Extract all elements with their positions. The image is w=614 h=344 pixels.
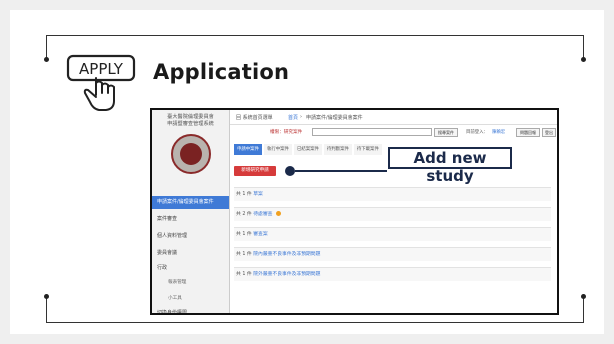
row-count: 共 2 件 (236, 212, 252, 217)
university-seal-icon (170, 134, 211, 174)
row-count: 共 1 件 (236, 272, 252, 277)
sidebar-title-line: 臺大醫院倫理委員會 (167, 114, 214, 120)
search-input[interactable] (312, 128, 432, 136)
frame-left-bottom-tick (46, 297, 47, 322)
callout-pointer-line (295, 170, 387, 172)
tab-closed[interactable]: 已結案案件 (293, 144, 322, 155)
sidebar-item-admin[interactable]: 行政 (152, 262, 229, 275)
frame-dot (581, 57, 586, 62)
frame-dot (581, 294, 586, 299)
row-count: 共 1 件 (236, 192, 252, 197)
list-item[interactable]: 共 1 件 院內嚴重不良事件及非預期問題 (234, 247, 551, 261)
sidebar-item-switch-role[interactable]: 切換身份權限 (152, 307, 229, 313)
sidebar-title-line: 申請暨審查管理系統 (167, 121, 214, 127)
list-item[interactable]: 共 1 件 審查案 (234, 227, 551, 241)
warning-icon (275, 211, 281, 216)
logout-button[interactable]: 登出 (542, 128, 556, 137)
top-bar: 回 系統首頁選單 首頁 › 申請案件/倫理委員會案件 (230, 110, 557, 125)
row-link[interactable]: 待處審查 (253, 212, 272, 217)
hand-pointer-apply-icon: APPLY (66, 54, 136, 111)
sidebar-title: 臺大醫院倫理委員會 申請暨審查管理系統 (152, 110, 229, 128)
breadcrumb-current: 申請案件/倫理委員會案件 (306, 115, 363, 121)
sidebar-item-cases[interactable]: 申請案件/倫理委員會案件 (152, 196, 229, 209)
frame-top-line (46, 35, 584, 36)
row-count: 共 1 件 (236, 232, 252, 237)
list-item[interactable]: 共 1 件 草案 (234, 187, 551, 201)
row-link[interactable]: 審查案 (253, 232, 267, 237)
callout-pointer-dot (285, 166, 295, 176)
sidebar-item-profile[interactable]: 個人資料管理 (152, 230, 229, 243)
sidebar-item-review[interactable]: 案件審查 (152, 213, 229, 226)
tab-download[interactable]: 待下載案件 (353, 144, 382, 155)
apply-icon-text: APPLY (79, 60, 124, 78)
login-user[interactable]: 陳賴宏 (492, 129, 505, 135)
tab-executing[interactable]: 執行中案件 (263, 144, 292, 155)
tab-pending[interactable]: 待判斷案件 (323, 144, 352, 155)
help-button[interactable]: 問題回報 (516, 128, 540, 137)
sidebar-item-meetings[interactable]: 委員會議 (152, 247, 229, 260)
breadcrumb-home[interactable]: 首頁 (288, 114, 298, 121)
frame-dot (44, 294, 49, 299)
list-item[interactable]: 共 1 件 院外嚴重不良事件及非預期問題 (234, 267, 551, 281)
tab-in-progress[interactable]: 申請中案件 (234, 144, 262, 155)
row-link[interactable]: 草案 (253, 192, 263, 197)
status-tabs: 申請中案件 執行中案件 已結案案件 待判斷案件 待下載案件 (234, 144, 382, 155)
search-button[interactable]: 搜尋案件 (434, 128, 458, 137)
main-panel: 回 系統首頁選單 首頁 › 申請案件/倫理委員會案件 權限：研究案件 搜尋案件 … (230, 110, 557, 313)
frame-dot (44, 57, 49, 62)
sidebar-subitem-reports[interactable]: 報表管理 (152, 277, 229, 289)
row-count: 共 1 件 (236, 252, 252, 257)
list-item[interactable]: 共 2 件 待處審查 (234, 207, 551, 221)
search-label: 權限：研究案件 (270, 130, 303, 135)
callout-label: Add new study (388, 147, 512, 185)
login-label: 目前登入： (466, 130, 488, 135)
back-to-menu-link[interactable]: 回 系統首頁選單 (236, 114, 273, 121)
sidebar: 臺大醫院倫理委員會 申請暨審查管理系統 申請案件/倫理委員會案件 案件審查 個人… (152, 110, 230, 313)
sidebar-subitem-tools[interactable]: 小工具 (152, 293, 229, 305)
frame-right-bottom-tick (583, 297, 584, 322)
frame-bottom-line (46, 322, 584, 323)
row-link[interactable]: 院外嚴重不良事件及非預期問題 (253, 272, 320, 277)
add-new-study-button[interactable]: 新增研究申請 (234, 166, 276, 176)
breadcrumb-separator: › (300, 114, 302, 120)
embedded-screenshot: 臺大醫院倫理委員會 申請暨審查管理系統 申請案件/倫理委員會案件 案件審查 個人… (150, 108, 559, 315)
page-title: Application (153, 60, 290, 84)
row-link[interactable]: 院內嚴重不良事件及非預期問題 (253, 252, 320, 257)
